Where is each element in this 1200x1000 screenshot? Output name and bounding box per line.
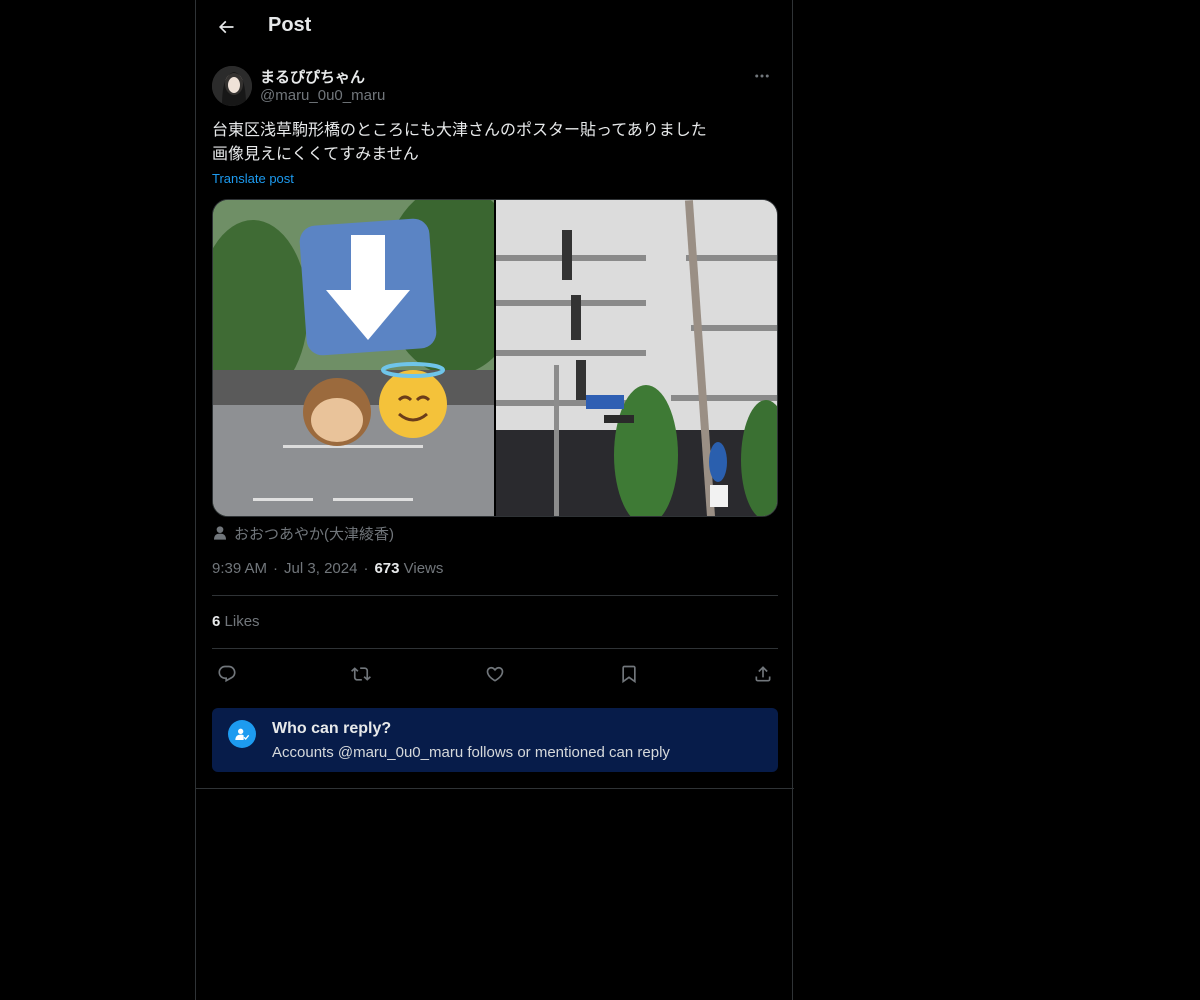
post-image-street[interactable]	[213, 200, 494, 516]
meta-separator: ·	[363, 560, 369, 577]
post-time[interactable]: 9:39 AM	[212, 560, 267, 577]
author-handle[interactable]: @maru_0u0_maru	[260, 87, 385, 104]
reply-icon	[218, 665, 236, 683]
divider	[212, 595, 778, 596]
post-media	[212, 199, 778, 517]
bookmark-button[interactable]	[614, 659, 644, 689]
views-label: Views	[403, 560, 444, 577]
share-button[interactable]	[748, 659, 778, 689]
who-can-reply-notice: Who can reply? Accounts @maru_0u0_maru f…	[212, 708, 778, 772]
divider	[212, 648, 778, 649]
post-text: 台東区浅草駒形橋のところにも大津さんのポスター貼ってありました 画像見えにくくて…	[212, 122, 707, 163]
back-button[interactable]	[208, 9, 244, 45]
person-check-icon	[228, 720, 256, 748]
post-actions	[212, 659, 778, 689]
heart-icon	[486, 666, 504, 682]
likes-label: Likes	[224, 613, 260, 630]
page-title: Post	[268, 14, 312, 36]
post-image-building[interactable]	[496, 200, 777, 516]
tagged-user-name: おおつあやか(大津綾香)	[234, 525, 394, 543]
like-button[interactable]	[480, 659, 510, 689]
person-icon	[214, 526, 226, 540]
who-can-reply-title: Who can reply?	[272, 720, 392, 737]
views-count: 673	[374, 560, 400, 577]
meta-separator: ·	[273, 560, 279, 577]
translate-post-link[interactable]: Translate post	[212, 171, 294, 186]
repost-button[interactable]	[346, 659, 376, 689]
author-display-name[interactable]: まるぴぴちゃん	[260, 66, 365, 87]
more-horizontal-icon	[755, 74, 769, 78]
tagged-user[interactable]: おおつあやか(大津綾香)	[212, 522, 394, 544]
who-can-reply-subtitle: Accounts @maru_0u0_maru follows or menti…	[272, 744, 670, 761]
bookmark-icon	[622, 665, 636, 684]
avatar[interactable]	[212, 66, 252, 106]
post-column: Post まるぴぴちゃん @maru_0u0_maru 台東区浅草駒形橋のところ…	[195, 0, 794, 1000]
arrow-left-icon	[218, 20, 234, 34]
post-author: まるぴぴちゃん @maru_0u0_maru	[212, 64, 778, 108]
post-date[interactable]: Jul 3, 2024	[284, 560, 357, 577]
reply-button[interactable]	[212, 659, 242, 689]
more-options-button[interactable]	[746, 64, 778, 88]
post-header: Post	[196, 0, 794, 54]
divider	[196, 788, 794, 789]
likes-link[interactable]: 6 Likes	[212, 613, 260, 630]
share-icon	[755, 666, 771, 682]
repost-icon	[351, 667, 371, 681]
likes-count: 6	[212, 613, 221, 630]
post-meta: 9:39 AM · Jul 3, 2024 · 673 Views	[212, 560, 443, 577]
